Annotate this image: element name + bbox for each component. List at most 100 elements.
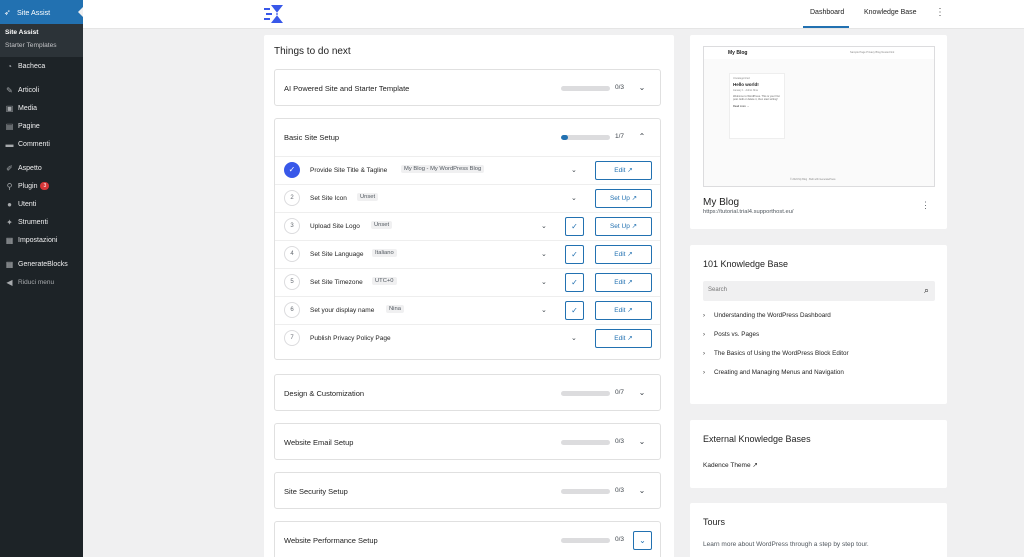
sidebar-item-commenti[interactable]: ▬ Commenti bbox=[0, 135, 83, 153]
site-assist-logo-icon bbox=[264, 5, 283, 23]
tab-dashboard[interactable]: Dashboard bbox=[810, 9, 844, 16]
kadence-theme-link[interactable]: Kadence Theme ↗ bbox=[703, 461, 758, 469]
task-value: Italiano bbox=[372, 249, 397, 257]
edit-button[interactable]: Edit ↗ bbox=[595, 273, 652, 292]
sidebar-item-label: Articoli bbox=[18, 86, 40, 94]
tab-knowledge-base[interactable]: Knowledge Base bbox=[864, 9, 917, 16]
chevron-down-icon[interactable]: ⌄ bbox=[637, 437, 647, 447]
preview-read-more: Read more → bbox=[733, 104, 750, 108]
sidebar-item-utenti[interactable]: ● Utenti bbox=[0, 195, 83, 213]
comment-icon: ▬ bbox=[5, 139, 14, 149]
search-icon[interactable]: ⌕ bbox=[924, 285, 929, 296]
step-number: 3 bbox=[284, 218, 300, 234]
chevron-down-icon[interactable]: ⌄ bbox=[571, 334, 577, 342]
task-label: Set Site Timezone bbox=[310, 279, 363, 286]
site-preview[interactable]: My Blog Sample Page Privacy Blog Nested … bbox=[703, 46, 935, 187]
kb-link[interactable]: › Creating and Managing Menus and Navigat… bbox=[703, 369, 844, 376]
external-link-icon: ↗ bbox=[752, 462, 758, 469]
chevron-right-icon: › bbox=[703, 332, 705, 338]
edit-button[interactable]: Edit ↗ bbox=[595, 329, 652, 348]
sidebar-item-impostazioni[interactable]: ▦ Impostazioni bbox=[0, 231, 83, 249]
submenu-starter-templates[interactable]: Starter Templates bbox=[0, 39, 83, 52]
section-title: Basic Site Setup bbox=[284, 133, 340, 142]
kb-link[interactable]: › The Basics of Using the WordPress Block… bbox=[703, 350, 849, 357]
sidebar-item-label: Plugin bbox=[18, 182, 38, 190]
task-label: Set your display name bbox=[310, 307, 375, 314]
section-ai-powered[interactable]: AI Powered Site and Starter Template 0/3… bbox=[274, 69, 661, 106]
rocket-icon: ➶ bbox=[4, 7, 11, 17]
task-value: UTC+0 bbox=[372, 277, 397, 285]
task-row: 3 Upload Site Logo Unset ⌄ ✓ Set Up ↗ bbox=[275, 212, 660, 240]
tours-title: Tours bbox=[703, 517, 726, 527]
chevron-right-icon: › bbox=[703, 313, 705, 319]
sidebar-top-label: Site Assist bbox=[17, 7, 51, 17]
section-site-security[interactable]: Site Security Setup 0/3 ⌄ bbox=[274, 472, 661, 509]
mark-done-checkbox[interactable]: ✓ bbox=[565, 245, 584, 264]
progress-bar bbox=[561, 440, 610, 445]
edit-button[interactable]: Edit ↗ bbox=[595, 245, 652, 264]
sidebar-item-media[interactable]: ▣ Media bbox=[0, 99, 83, 117]
task-row: 5 Set Site Timezone UTC+0 ⌄ ✓ Edit ↗ bbox=[275, 268, 660, 296]
chevron-down-icon[interactable]: ⌄ bbox=[541, 222, 547, 230]
task-label: Set Site Icon bbox=[310, 195, 347, 202]
sidebar-item-label: Commenti bbox=[18, 140, 50, 148]
submenu-site-assist[interactable]: Site Assist bbox=[0, 26, 83, 39]
section-website-email[interactable]: Website Email Setup 0/3 ⌄ bbox=[274, 423, 661, 460]
setup-button[interactable]: Set Up ↗ bbox=[595, 217, 652, 236]
sidebar-item-label: GenerateBlocks bbox=[18, 260, 68, 268]
sidebar-item-collapse[interactable]: ◀ Riduci menu bbox=[0, 273, 83, 291]
chevron-down-icon[interactable]: ⌄ bbox=[541, 250, 547, 258]
sidebar-item-pagine[interactable]: ▤ Pagine bbox=[0, 117, 83, 135]
edit-button[interactable]: Edit ↗ bbox=[595, 301, 652, 320]
kb-title: 101 Knowledge Base bbox=[703, 259, 789, 269]
edit-button[interactable]: Edit ↗ bbox=[595, 161, 652, 180]
preview-post-meta: Uncategorized bbox=[733, 77, 750, 80]
chevron-down-icon[interactable]: ⌄ bbox=[637, 388, 647, 398]
sidebar-item-strumenti[interactable]: ✦ Strumenti bbox=[0, 213, 83, 231]
preview-post-title: Hello world! bbox=[733, 82, 759, 87]
sidebar-item-label: Riduci menu bbox=[18, 278, 55, 286]
section-website-performance[interactable]: Website Performance Setup 0/3 ⌄ bbox=[274, 521, 661, 557]
sidebar-item-articoli[interactable]: ✎ Articoli bbox=[0, 81, 83, 99]
chevron-up-icon[interactable]: ⌃ bbox=[637, 132, 647, 142]
section-title: AI Powered Site and Starter Template bbox=[284, 84, 410, 93]
chevron-down-icon[interactable]: ⌄ bbox=[637, 486, 647, 496]
mark-done-checkbox[interactable]: ✓ bbox=[565, 273, 584, 292]
sidebar-item-plugin[interactable]: ⚲ Plugin 3 bbox=[0, 177, 83, 195]
setup-button[interactable]: Set Up ↗ bbox=[595, 189, 652, 208]
task-row: ✓ Provide Site Title & Tagline My Blog -… bbox=[275, 156, 660, 184]
progress-bar bbox=[561, 489, 610, 494]
kb-link[interactable]: › Understanding the WordPress Dashboard bbox=[703, 312, 831, 319]
step-number: 5 bbox=[284, 274, 300, 290]
chevron-down-icon[interactable]: ⌄ bbox=[633, 531, 652, 550]
task-label: Upload Site Logo bbox=[310, 223, 360, 230]
sidebar-item-generateblocks[interactable]: ▦ GenerateBlocks bbox=[0, 255, 83, 273]
site-options-icon[interactable]: ⋮ bbox=[921, 200, 930, 211]
chevron-down-icon[interactable]: ⌄ bbox=[541, 306, 547, 314]
progress-text: 0/3 bbox=[615, 438, 625, 445]
chevron-down-icon[interactable]: ⌄ bbox=[571, 166, 577, 174]
task-row: 7 Publish Privacy Policy Page ⌄ Edit ↗ bbox=[275, 324, 660, 352]
kb-search-input[interactable]: Search ⌕ bbox=[703, 281, 935, 301]
external-kb-card: External Knowledge Bases Kadence Theme ↗ bbox=[690, 420, 947, 488]
progress-bar bbox=[561, 86, 610, 91]
mark-done-checkbox[interactable]: ✓ bbox=[565, 217, 584, 236]
section-title: Website Performance Setup bbox=[284, 536, 378, 545]
progress-bar bbox=[561, 391, 610, 396]
step-number: 7 bbox=[284, 330, 300, 346]
chevron-down-icon[interactable]: ⌄ bbox=[571, 194, 577, 202]
kb-link[interactable]: › Posts vs. Pages bbox=[703, 331, 759, 338]
active-tab-indicator bbox=[803, 26, 849, 28]
sidebar-item-site-assist[interactable]: ➶ Site Assist bbox=[0, 0, 83, 24]
sidebar-item-bacheca[interactable]: ◔ Bacheca bbox=[0, 57, 83, 75]
chevron-down-icon[interactable]: ⌄ bbox=[541, 278, 547, 286]
sidebar-item-label: Strumenti bbox=[18, 218, 48, 226]
site-url[interactable]: https://tutorial.trial4.supporthost.eu/ bbox=[703, 209, 794, 215]
page-icon: ▤ bbox=[5, 121, 14, 131]
more-options-icon[interactable]: ⋮ bbox=[935, 7, 945, 18]
mark-done-checkbox[interactable]: ✓ bbox=[565, 301, 584, 320]
section-design-customization[interactable]: Design & Customization 0/7 ⌄ bbox=[274, 374, 661, 411]
task-label: Publish Privacy Policy Page bbox=[310, 335, 391, 342]
sidebar-item-aspetto[interactable]: ✐ Aspetto bbox=[0, 159, 83, 177]
chevron-down-icon[interactable]: ⌄ bbox=[637, 83, 647, 93]
